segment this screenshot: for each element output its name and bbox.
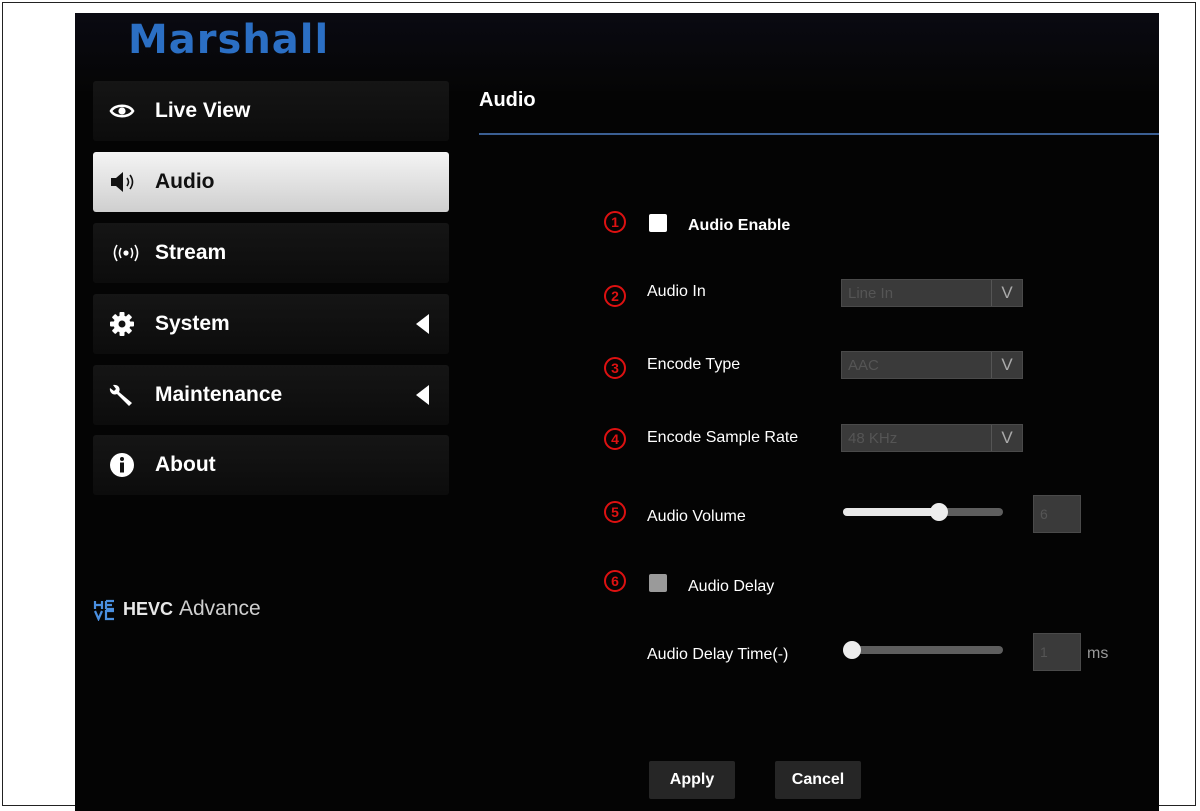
sidebar-item-system[interactable]: System <box>93 294 449 354</box>
eye-icon <box>109 104 135 118</box>
sidebar-item-label: Stream <box>155 241 227 264</box>
hevc-logo-icon <box>93 599 114 621</box>
slider-thumb[interactable] <box>843 641 861 659</box>
title-divider <box>479 133 1159 135</box>
broadcast-icon <box>113 244 139 262</box>
wrench-icon <box>109 384 132 406</box>
slider-fill <box>843 508 939 516</box>
select-value: AAC <box>848 357 879 374</box>
sidebar-item-label: Live View <box>155 99 251 122</box>
callout-badge-1: 1 <box>604 211 626 233</box>
sidebar-item-live-view[interactable]: Live View <box>93 81 449 141</box>
audio-delay-label: Audio Delay <box>688 578 775 595</box>
select-value: Line In <box>848 285 894 302</box>
expand-arrow-icon <box>416 385 429 405</box>
sidebar-item-label: Maintenance <box>155 383 283 406</box>
audio-delay-time-slider[interactable] <box>843 641 1003 659</box>
audio-volume-label: Audio Volume <box>647 508 746 525</box>
apply-button[interactable]: Apply <box>649 761 735 799</box>
callout-badge-3: 3 <box>604 357 626 379</box>
sidebar-item-about[interactable]: About <box>93 435 449 495</box>
audio-delay-time-field[interactable]: 1 <box>1033 633 1081 671</box>
sidebar-item-stream[interactable]: Stream <box>93 223 449 283</box>
sidebar-item-audio[interactable]: Audio <box>93 152 449 212</box>
top-bar: Marshall <box>75 13 1159 91</box>
audio-enable-checkbox[interactable] <box>649 214 667 232</box>
speaker-icon <box>111 172 134 192</box>
sidebar-item-label: System <box>155 312 230 335</box>
cancel-button[interactable]: Cancel <box>775 761 861 799</box>
callout-badge-2: 2 <box>604 285 626 307</box>
sidebar-item-maintenance[interactable]: Maintenance <box>93 365 449 425</box>
advance-word: Advance <box>179 597 261 620</box>
audio-volume-slider[interactable] <box>843 503 1003 521</box>
callout-badge-5: 5 <box>604 501 626 523</box>
gear-icon <box>110 312 134 336</box>
chevron-down-icon: V <box>991 425 1022 451</box>
hevc-word: HEVC <box>123 599 174 619</box>
screenshot-frame: Marshall Live View Audio Stream System M… <box>2 2 1196 811</box>
chevron-down-icon: V <box>991 352 1022 378</box>
marshall-web-ui: Marshall Live View Audio Stream System M… <box>75 13 1159 811</box>
select-value: 48 KHz <box>848 430 898 447</box>
encode-type-select[interactable]: AAC V <box>841 351 1023 379</box>
callout-badge-4: 4 <box>604 428 626 450</box>
marshall-logo: Marshall <box>128 17 330 63</box>
chevron-down-icon: V <box>991 280 1022 306</box>
callout-badge-6: 6 <box>604 570 626 592</box>
slider-thumb[interactable] <box>930 503 948 521</box>
audio-delay-checkbox[interactable] <box>649 574 667 592</box>
expand-arrow-icon <box>416 314 429 334</box>
encode-sample-rate-select[interactable]: 48 KHz V <box>841 424 1023 452</box>
encode-type-label: Encode Type <box>647 356 741 373</box>
audio-enable-label: Audio Enable <box>688 217 791 234</box>
encode-sample-rate-label: Encode Sample Rate <box>647 429 799 446</box>
sidebar-item-label: Audio <box>155 170 215 193</box>
page-title: Audio <box>479 89 536 111</box>
audio-delay-time-label: Audio Delay Time(-) <box>647 646 789 663</box>
sidebar-item-label: About <box>155 453 216 476</box>
audio-in-label: Audio In <box>647 283 706 300</box>
ms-unit-label: ms <box>1087 645 1109 662</box>
info-icon <box>110 453 134 477</box>
audio-in-select[interactable]: Line In V <box>841 279 1023 307</box>
audio-volume-value-field[interactable]: 6 <box>1033 495 1081 533</box>
